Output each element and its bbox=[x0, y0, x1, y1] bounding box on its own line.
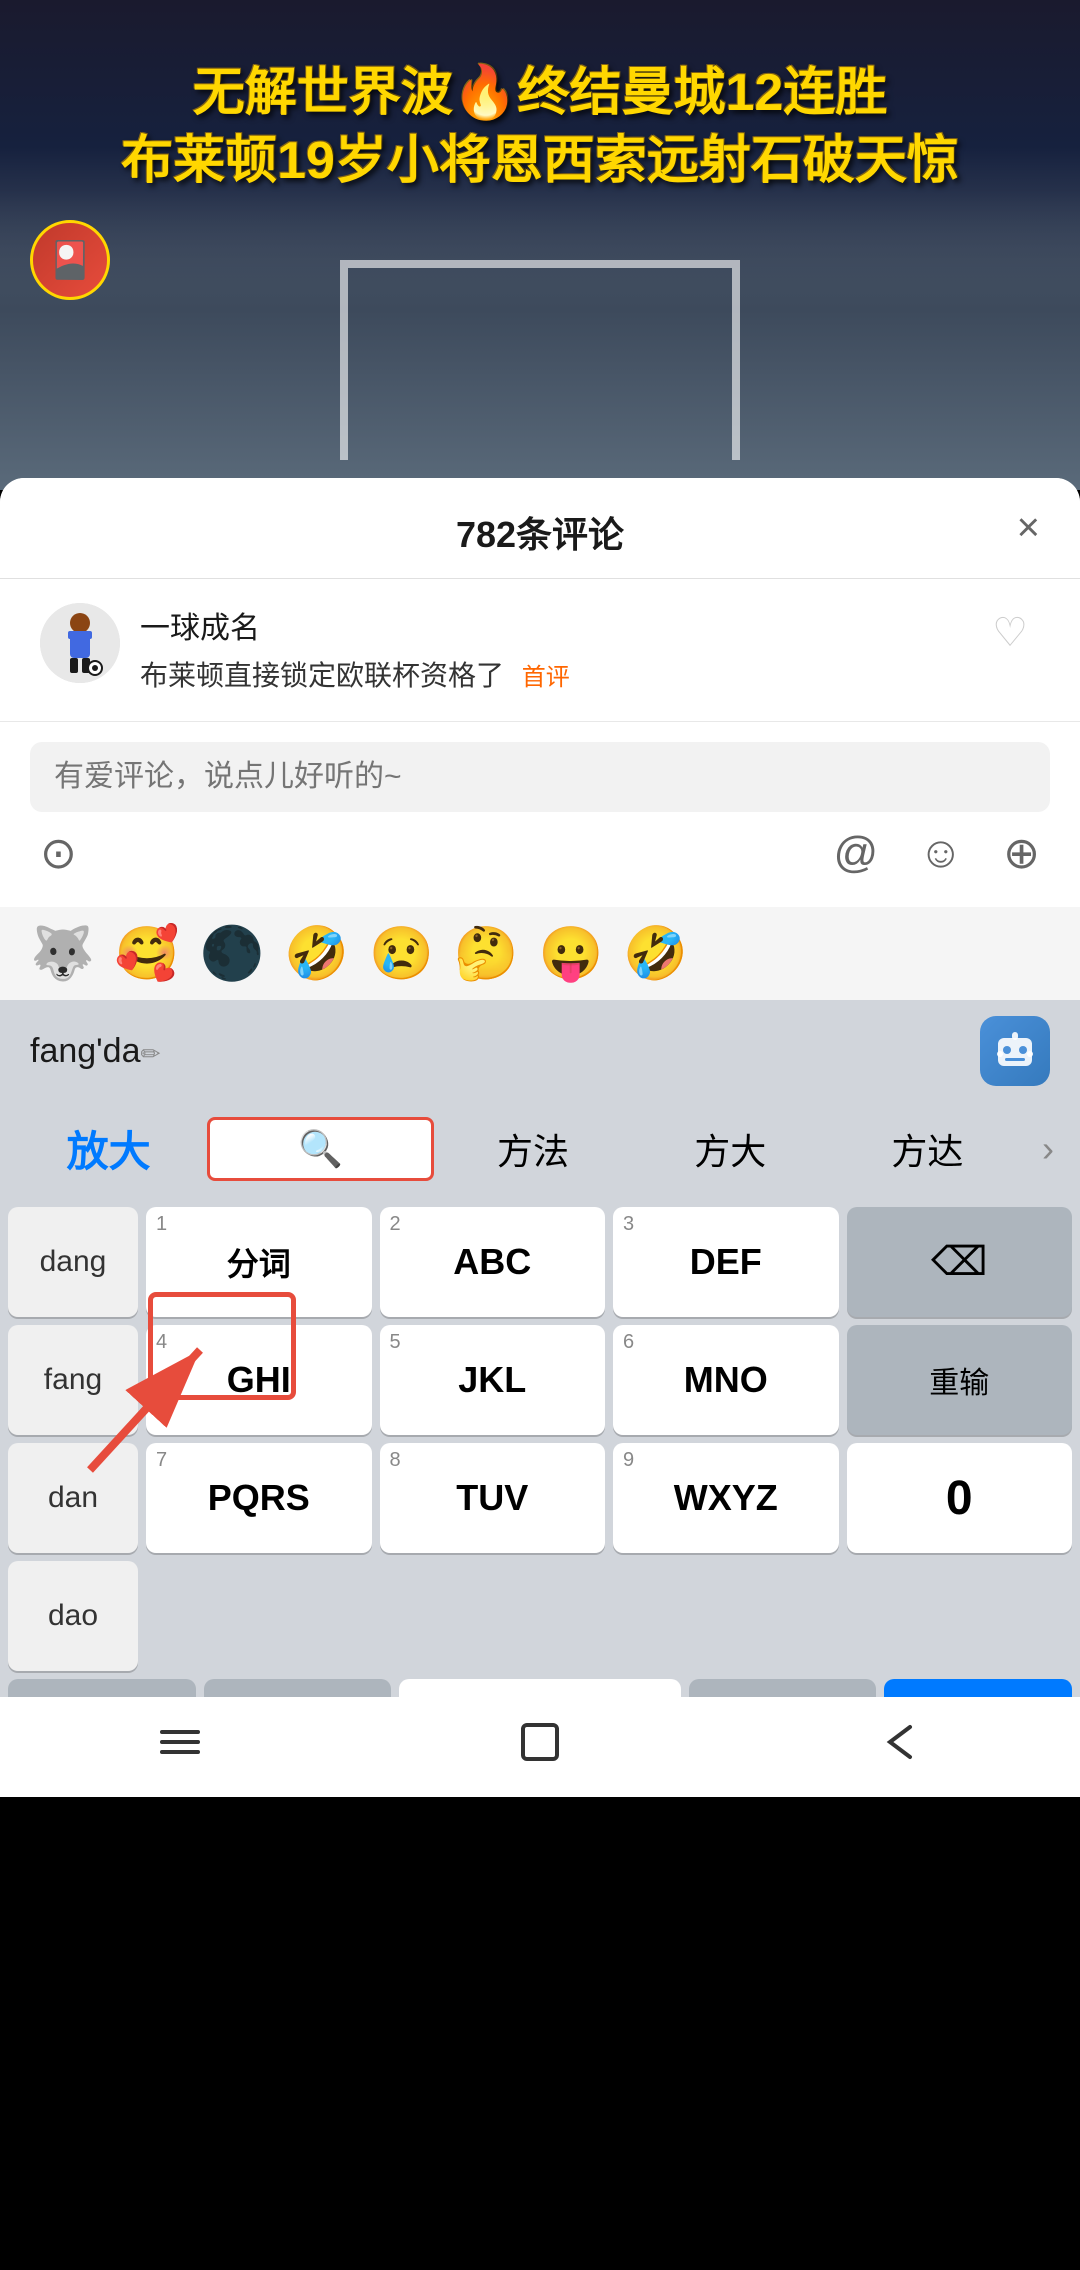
input-toolbar: ⊙ @ ☺ ⊕ bbox=[30, 812, 1050, 887]
suggestion-fang[interactable]: fang bbox=[8, 1325, 138, 1435]
key-0[interactable]: 0 bbox=[847, 1443, 1073, 1553]
comment-input[interactable] bbox=[30, 742, 1050, 812]
first-comment-badge: 首评 bbox=[522, 664, 570, 691]
close-button[interactable]: × bbox=[1017, 506, 1040, 551]
video-title: 无解世界波🔥终结曼城12连胜 布莱顿19岁小将恩西索远射石破天惊 bbox=[90, 60, 990, 195]
toolbar-right: @ ☺ ⊕ bbox=[834, 828, 1040, 879]
emoji-face-icon[interactable]: ☺ bbox=[918, 828, 963, 879]
emoji-laugh[interactable]: 🤣 bbox=[284, 923, 349, 984]
goal-visual bbox=[340, 260, 740, 460]
like-button[interactable]: ♡ bbox=[980, 603, 1040, 663]
key-9-wxyz[interactable]: 9 WXYZ bbox=[613, 1443, 839, 1553]
suggestion-dan[interactable]: dan bbox=[8, 1443, 138, 1553]
key-2-abc[interactable]: 2 ABC bbox=[380, 1207, 606, 1317]
key-8-tuv[interactable]: 8 TUV bbox=[380, 1443, 606, 1553]
key-3-def[interactable]: 3 DEF bbox=[613, 1207, 839, 1317]
ime-ai-button[interactable] bbox=[980, 1016, 1050, 1086]
candidate-5[interactable]: 方达 bbox=[829, 1107, 1026, 1191]
key-1-fenci[interactable]: 1 分词 bbox=[146, 1207, 372, 1317]
emoji-tongue[interactable]: 😛 bbox=[539, 923, 604, 984]
at-icon[interactable]: @ bbox=[834, 828, 879, 879]
emoji-moon[interactable]: 🌑 bbox=[200, 923, 265, 984]
emoji-cry[interactable]: 😢 bbox=[369, 923, 434, 984]
emoji-think[interactable]: 🤔 bbox=[454, 923, 519, 984]
key-reinput[interactable]: 重输 bbox=[847, 1325, 1073, 1435]
key-4-ghi[interactable]: 4 GHI bbox=[146, 1325, 372, 1435]
key-7-pqrs[interactable]: 7 PQRS bbox=[146, 1443, 372, 1553]
comment-content: 一球成名 布莱顿直接锁定欧联杯资格了 首评 bbox=[140, 603, 960, 697]
nav-home-button[interactable] bbox=[500, 1712, 580, 1772]
key-backspace[interactable]: ⌫ bbox=[847, 1207, 1073, 1317]
emoji-wolf[interactable]: 🐺 bbox=[30, 923, 95, 984]
comment-item: 一球成名 布莱顿直接锁定欧联杯资格了 首评 ♡ bbox=[0, 579, 1080, 721]
candidate-1[interactable]: 放大 bbox=[10, 1102, 207, 1195]
comments-panel: 782条评论 × 一球成名 bbox=[0, 478, 1080, 1797]
main-keyboard: 1 分词 2 ABC 3 DEF ⌫ 4 GHI bbox=[146, 1207, 1072, 1671]
navigation-bar bbox=[0, 1697, 1080, 1797]
comments-count: 782条评论 bbox=[456, 506, 624, 558]
key-6-mno[interactable]: 6 MNO bbox=[613, 1325, 839, 1435]
keyboard-area: dang fang dan dao 1 分词 2 ABC 3 bbox=[0, 1199, 1080, 1671]
candidate-4[interactable]: 方大 bbox=[632, 1107, 829, 1191]
emoji-row: 🐺 🥰 🌑 🤣 😢 🤔 😛 🤣 bbox=[0, 907, 1080, 1000]
camera-icon[interactable]: ⊙ bbox=[40, 828, 77, 879]
comments-header: 782条评论 × bbox=[0, 478, 1080, 579]
suggestion-dao[interactable]: dao bbox=[8, 1561, 138, 1671]
comment-avatar bbox=[40, 603, 120, 683]
ime-input-display: fang'da✏ bbox=[0, 1000, 1080, 1102]
toolbar-left: ⊙ bbox=[40, 828, 77, 879]
candidate-row: 放大 🔍 方法 方大 方达 › bbox=[0, 1102, 1080, 1199]
nav-menu-button[interactable] bbox=[140, 1712, 220, 1772]
video-avatar: 🎴 bbox=[30, 220, 110, 300]
nav-back-button[interactable] bbox=[860, 1712, 940, 1772]
comment-text: 布莱顿直接锁定欧联杯资格了 首评 bbox=[140, 655, 960, 697]
emoji-love[interactable]: 🥰 bbox=[115, 923, 180, 984]
video-background: 无解世界波🔥终结曼城12连胜 布莱顿19岁小将恩西索远射石破天惊 🎴 bbox=[0, 0, 1080, 490]
ime-typed-text: fang'da✏ bbox=[30, 1032, 980, 1071]
input-area: ⊙ @ ☺ ⊕ bbox=[0, 721, 1080, 907]
comment-username: 一球成名 bbox=[140, 603, 960, 647]
suggestion-dang[interactable]: dang bbox=[8, 1207, 138, 1317]
emoji-rofl[interactable]: 🤣 bbox=[623, 923, 688, 984]
word-suggestions-column: dang fang dan dao bbox=[8, 1207, 138, 1671]
more-candidates-icon[interactable]: › bbox=[1026, 1128, 1070, 1170]
candidate-search[interactable]: 🔍 bbox=[207, 1117, 434, 1181]
key-5-jkl[interactable]: 5 JKL bbox=[380, 1325, 606, 1435]
candidate-3[interactable]: 方法 bbox=[434, 1107, 631, 1191]
plus-icon[interactable]: ⊕ bbox=[1003, 828, 1040, 879]
